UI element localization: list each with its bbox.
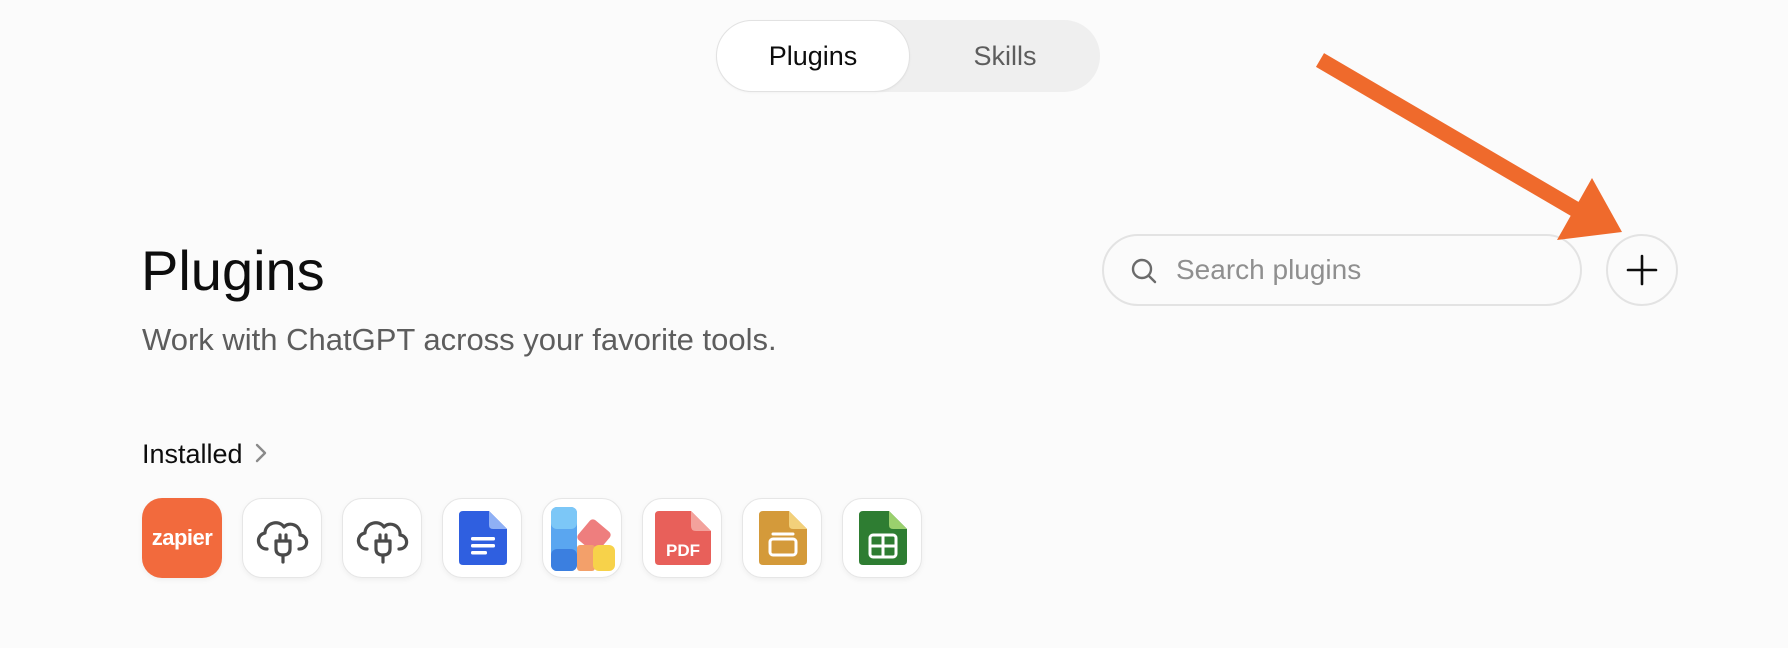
plugin-tile-connector-2[interactable] <box>342 498 422 578</box>
page-title: Plugins <box>141 239 325 302</box>
plugin-tile-blocks[interactable] <box>542 498 622 578</box>
add-plugin-button[interactable] <box>1606 234 1678 306</box>
plugin-tile-connector-1[interactable] <box>242 498 322 578</box>
plugin-tile-docs[interactable] <box>442 498 522 578</box>
tab-switcher: Plugins Skills <box>716 20 1100 92</box>
search-input[interactable] <box>1176 250 1556 290</box>
installed-link[interactable]: Installed <box>142 436 269 472</box>
tab-skills-label: Skills <box>973 40 1037 71</box>
plugin-tile-sheets[interactable] <box>842 498 922 578</box>
pdf-label: PDF <box>666 541 700 560</box>
tab-skills[interactable]: Skills <box>910 20 1100 92</box>
installed-label: Installed <box>142 438 243 469</box>
tab-plugins[interactable]: Plugins <box>716 20 910 92</box>
search-box <box>1102 234 1582 306</box>
search-icon <box>1130 257 1158 285</box>
chevron-right-icon <box>253 441 269 470</box>
plugin-tile-pdf[interactable]: PDF <box>642 498 722 578</box>
tab-plugins-label: Plugins <box>768 40 858 71</box>
zapier-icon: zapier <box>151 525 213 550</box>
plugin-tile-slides[interactable] <box>742 498 822 578</box>
plugin-tile-zapier[interactable]: zapier <box>142 498 222 578</box>
page-subtitle: Work with ChatGPT across your favorite t… <box>142 322 777 357</box>
